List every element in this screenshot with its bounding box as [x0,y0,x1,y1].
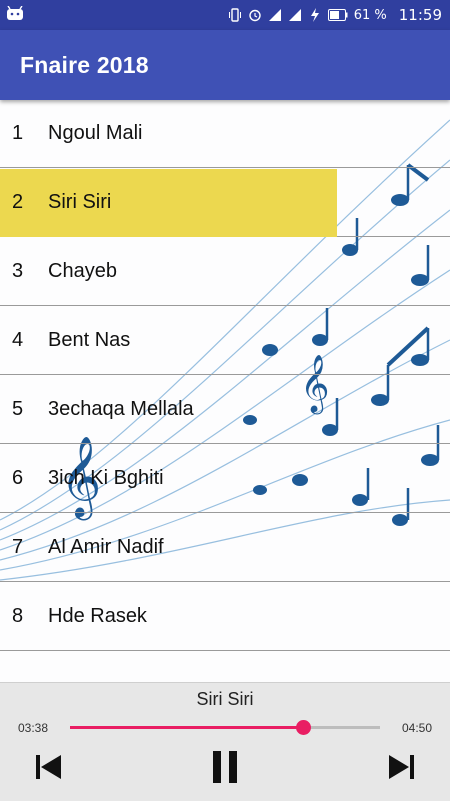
status-bar: 61 % 11:59 [0,0,450,30]
seek-progress [70,726,303,729]
skip-previous-icon[interactable] [28,747,68,787]
track-number: 5 [12,398,24,420]
signal-icon [288,9,301,21]
song-list[interactable]: 𝄞 𝄞 1 Ngoul Mali 2 Siri Siri 3 Chayeb 4 … [0,100,450,682]
list-item[interactable]: 4 Bent Nas [0,307,450,375]
charging-icon [310,8,319,22]
list-item[interactable]: 1 Ngoul Mali [0,100,450,168]
track-name: Bent Nas [48,329,131,351]
track-number: 2 [12,191,24,213]
track-number: 6 [12,467,24,489]
skip-next-icon[interactable] [382,747,422,787]
list-item[interactable]: 3 Chayeb [0,238,450,306]
track-number: 1 [12,122,24,144]
list-item-selected[interactable]: 2 Siri Siri [0,169,450,237]
elapsed-time: 03:38 [18,721,49,735]
clock: 11:59 [398,6,442,24]
pause-icon[interactable] [205,747,245,787]
track-number: 3 [12,260,24,282]
list-item[interactable]: 5 3echaqa Mellala [0,376,450,444]
alarm-icon [249,9,261,22]
list-item[interactable]: 8 Hde Rasek [0,583,450,651]
battery-icon [327,9,348,21]
list-item[interactable]: 7 Al Amir Nadif [0,514,450,582]
seek-bar[interactable] [70,720,380,735]
track-number: 4 [12,329,24,351]
signal-h-icon [268,9,281,21]
android-notification-icon [7,6,23,20]
track-name: 3echaqa Mellala [48,398,194,420]
track-name: 3ich Ki Bghiti [48,467,164,489]
track-number: 8 [12,605,24,627]
now-playing-title: Siri Siri [196,689,254,709]
player-panel: Siri Siri 03:38 04:50 [0,682,450,801]
seek-thumb[interactable] [295,720,311,735]
app-bar: Fnaire 2018 [0,30,450,100]
total-time: 04:50 [401,721,432,735]
track-name: Chayeb [48,260,117,282]
app-title: Fnaire 2018 [20,52,149,78]
list-item[interactable]: 6 3ich Ki Bghiti [0,445,450,513]
track-name: Ngoul Mali [48,122,143,144]
track-name: Al Amir Nadif [48,536,164,558]
battery-percent: 61 % [353,7,387,23]
vibrate-icon [228,8,241,22]
track-name: Siri Siri [48,191,112,213]
track-name: Hde Rasek [48,605,147,627]
track-number: 7 [12,536,24,558]
